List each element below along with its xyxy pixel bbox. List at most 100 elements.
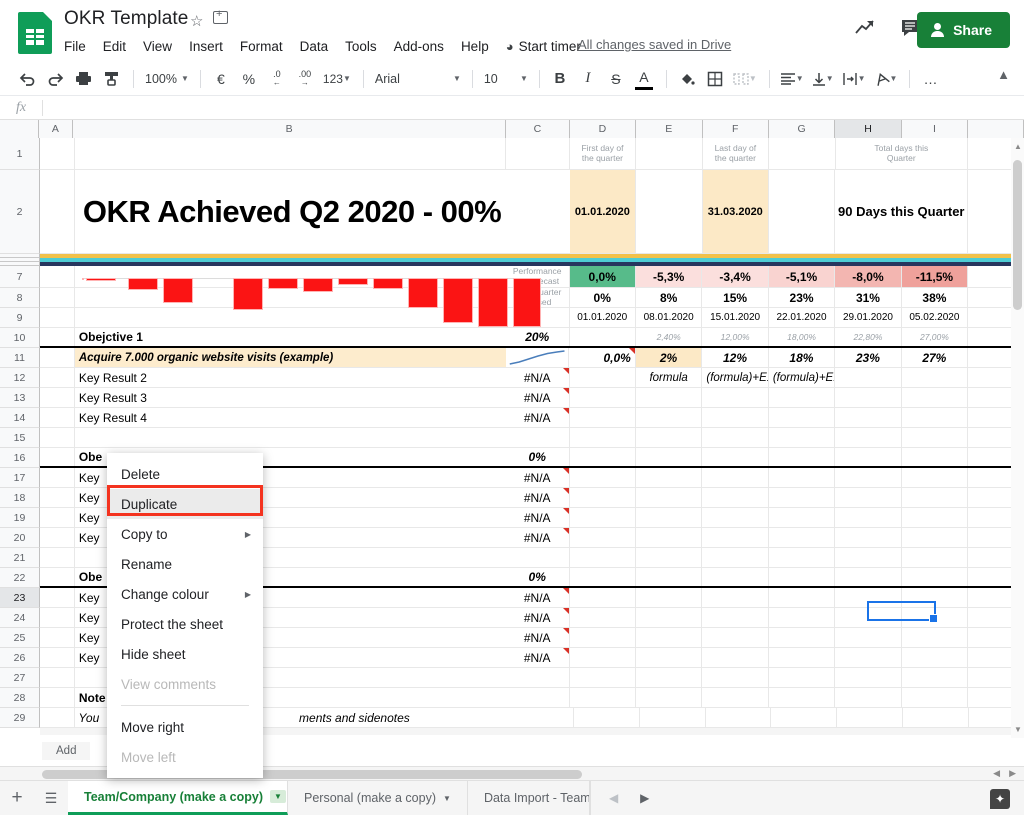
cell-G1[interactable] [769, 138, 836, 169]
cell-C27[interactable] [506, 668, 570, 687]
cell-B10-objective1[interactable]: Obejctive 1 [75, 328, 506, 346]
bold-button[interactable]: B [547, 66, 573, 92]
formula-input[interactable] [43, 96, 1024, 120]
text-color-button[interactable]: A [631, 66, 657, 92]
cell-G18[interactable] [769, 488, 836, 507]
menu-insert[interactable]: Insert [189, 39, 223, 54]
cell-C9[interactable] [506, 308, 570, 327]
cell-G26[interactable] [769, 648, 836, 667]
cell-G25[interactable] [769, 628, 836, 647]
cell-E29[interactable] [640, 708, 706, 727]
star-icon[interactable]: ☆ [190, 12, 203, 30]
cell-A10[interactable] [40, 328, 75, 346]
cell-G15[interactable] [769, 428, 836, 447]
cell-F10-forecast[interactable]: 12,00% [702, 328, 769, 346]
cell-A7[interactable] [40, 266, 75, 287]
row-header-2[interactable]: 2 [0, 170, 40, 254]
cell-C7-performance-label[interactable]: Performance vs Forecast [506, 266, 570, 287]
font-size-selector[interactable]: 10 ▼ [480, 66, 532, 92]
cell-G19[interactable] [769, 508, 836, 527]
cell-H29[interactable] [837, 708, 903, 727]
vertical-scroll-thumb[interactable] [1013, 160, 1022, 310]
column-header-b[interactable]: B [73, 120, 507, 138]
cell-F29[interactable] [706, 708, 772, 727]
cell-I18[interactable] [902, 488, 969, 507]
cell-E17[interactable] [636, 468, 703, 487]
print-icon[interactable] [70, 66, 96, 92]
cell-G7-perf-3[interactable]: -5,1% [768, 266, 836, 287]
cell-D7-perf-0[interactable]: 0,0% [569, 266, 636, 287]
cell-H18[interactable] [835, 488, 902, 507]
cell-C22-objective3-pct[interactable]: 0% [506, 568, 570, 586]
cell-E25[interactable] [636, 628, 703, 647]
row-header-15[interactable]: 15 [0, 428, 40, 448]
sheet-tab-personal[interactable]: Personal (make a copy) ▼ [288, 781, 468, 815]
cell-E18[interactable] [636, 488, 703, 507]
cell-F21[interactable] [702, 548, 769, 567]
cell-H9-date[interactable]: 29.01.2020 [835, 308, 902, 327]
column-header-e[interactable]: E [636, 120, 703, 138]
cell-C11-sparkline[interactable] [506, 348, 570, 367]
cell-F2-last-day[interactable]: 31.03.2020 [702, 170, 770, 253]
cell-B2-title[interactable]: OKR Achieved Q2 2020 - 00% [75, 170, 570, 253]
context-menu-item-hide-sheet[interactable]: Hide sheet [107, 639, 263, 669]
cell-F23[interactable] [702, 588, 769, 607]
cell-F16[interactable] [702, 448, 769, 466]
cell-I14[interactable] [902, 408, 969, 427]
menu-help[interactable]: Help [461, 39, 489, 54]
sheet-tab-data-import[interactable]: Data Import - Team/Co [468, 781, 590, 815]
column-header-c[interactable]: C [506, 120, 570, 138]
column-header-g[interactable]: G [768, 120, 836, 138]
cell-I21[interactable] [902, 548, 969, 567]
cell-D21[interactable] [570, 548, 636, 567]
cell-C10-objective1-pct[interactable]: 20% [506, 328, 570, 346]
cell-H17[interactable] [835, 468, 902, 487]
cell-E26[interactable] [636, 648, 703, 667]
cell-B8-chart-mid[interactable] [75, 288, 506, 307]
cell-G14[interactable] [769, 408, 836, 427]
cell-D22[interactable] [570, 568, 636, 586]
text-wrap-icon[interactable]: ▼ [839, 66, 869, 92]
row-header-28[interactable]: 28 [0, 688, 40, 708]
row-header-26[interactable]: 26 [0, 648, 40, 668]
menu-edit[interactable]: Edit [103, 39, 126, 54]
add-rows-button[interactable]: Add [42, 742, 91, 760]
cell-C20-na[interactable]: #N/A [506, 528, 570, 547]
cell-H15[interactable] [835, 428, 902, 447]
cell-G11-value[interactable]: 18% [769, 348, 836, 367]
cell-E7-perf-1[interactable]: -5,3% [635, 266, 703, 287]
scroll-left-icon[interactable]: ◀ [993, 768, 1000, 779]
merge-cells-icon[interactable]: ▼ [730, 66, 760, 92]
cell-A12[interactable] [40, 368, 75, 387]
cell-D12[interactable] [570, 368, 636, 387]
cell-A1[interactable] [40, 138, 75, 169]
cell-G20[interactable] [769, 528, 836, 547]
row-header-8[interactable]: 8 [0, 288, 40, 308]
cell-I25[interactable] [902, 628, 969, 647]
cell-A20[interactable] [40, 528, 75, 547]
cell-B15[interactable] [75, 428, 506, 447]
cell-C8-quarter-label[interactable]: % of Quarter Passed [506, 288, 570, 307]
activity-trend-icon[interactable] [854, 18, 876, 41]
cell-I13[interactable] [902, 388, 969, 407]
redo-icon[interactable] [42, 66, 68, 92]
cell-A17[interactable] [40, 468, 75, 487]
share-button[interactable]: Share [917, 12, 1010, 48]
cell-A21[interactable] [40, 548, 75, 567]
next-sheet-icon[interactable]: ▶ [640, 791, 649, 805]
cell-I16[interactable] [902, 448, 969, 466]
horizontal-align-icon[interactable]: ▼ [777, 66, 807, 92]
cell-F19[interactable] [702, 508, 769, 527]
cell-D2-first-day[interactable]: 01.01.2020 [569, 170, 637, 253]
cell-I29[interactable] [903, 708, 969, 727]
context-menu-item-copy-to[interactable]: Copy to ▶ [107, 519, 263, 549]
cell-D29[interactable] [574, 708, 640, 727]
row-header-10[interactable]: 10 [0, 328, 40, 348]
context-menu-item-protect-sheet[interactable]: Protect the sheet [107, 609, 263, 639]
cell-H10-forecast[interactable]: 22,80% [835, 328, 902, 346]
scroll-up-icon[interactable]: ▲ [1014, 142, 1022, 151]
row-header-9[interactable]: 9 [0, 308, 40, 328]
borders-icon[interactable] [702, 66, 728, 92]
cell-G10-forecast[interactable]: 18,00% [769, 328, 836, 346]
save-status[interactable]: All changes saved in Drive [578, 37, 731, 52]
